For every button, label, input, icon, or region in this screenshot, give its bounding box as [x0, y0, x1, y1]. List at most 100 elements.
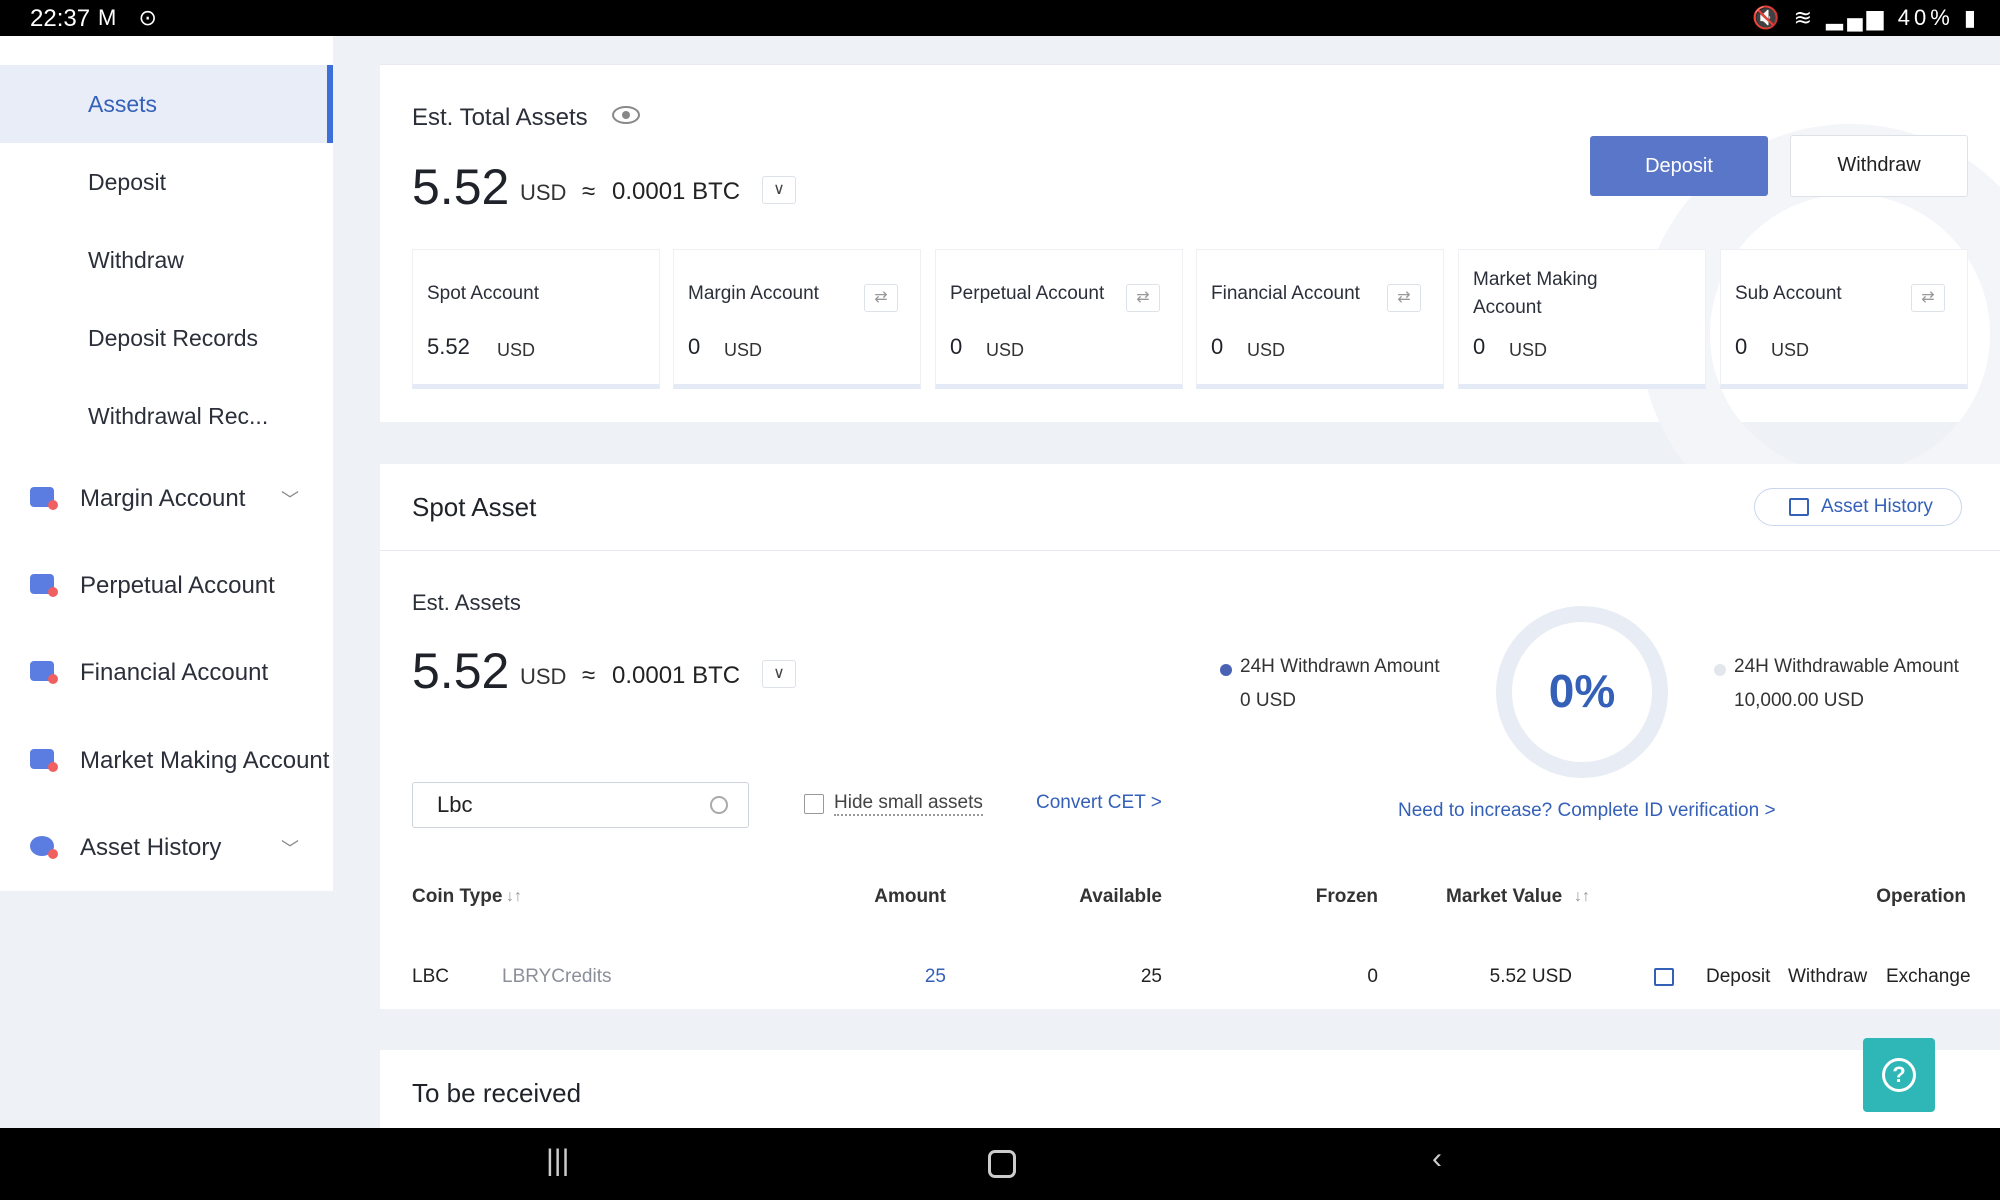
approx-sign: ≈: [582, 178, 596, 205]
recent-apps-icon[interactable]: |||: [546, 1144, 569, 1178]
coin-search-input[interactable]: [412, 782, 749, 828]
column-header-market-value[interactable]: Market Value: [1446, 886, 1562, 908]
account-tile-financial[interactable]: Financial Account 0 USD ⇄: [1196, 249, 1444, 389]
account-unit: USD: [497, 340, 536, 360]
sidebar-group-label: Margin Account: [80, 485, 246, 512]
account-tile-perpetual[interactable]: Perpetual Account 0 USD ⇄: [935, 249, 1183, 389]
account-unit: USD: [1509, 340, 1548, 360]
asset-history-label: Asset History: [1821, 496, 1933, 517]
android-nav-bar: ||| ‹: [0, 1128, 2000, 1200]
status-bar: 22:37 M ⊙ 🔇 ≋ ▂▄▆ 40% ▮: [0, 0, 2000, 36]
column-header-amount: Amount: [874, 886, 946, 907]
withdraw-progress-percent: 0%: [1548, 665, 1616, 717]
account-value: 0: [1473, 334, 1486, 359]
transfer-icon[interactable]: ⇄: [864, 284, 898, 312]
help-icon: ?: [1882, 1058, 1916, 1092]
hide-small-assets-label[interactable]: Hide small assets: [834, 792, 983, 816]
total-assets-value: 5.52: [412, 159, 510, 215]
account-unit: USD: [1771, 340, 1810, 360]
row-deposit-link[interactable]: Deposit: [1706, 966, 1770, 988]
sidebar-item-withdraw[interactable]: Withdraw: [0, 221, 333, 299]
table-row: LBC LBRYCredits 25 25 0 5.52 USD Deposit…: [380, 944, 2000, 1004]
sort-icon[interactable]: ↓↑: [506, 888, 522, 906]
sidebar-item-label: Deposit: [88, 168, 166, 195]
spot-asset-title: Spot Asset: [412, 492, 537, 522]
spot-assets-unit: USD: [520, 664, 567, 689]
withdrawn-value: 0 USD: [1240, 690, 1296, 711]
sidebar-item-label: Withdraw: [88, 246, 184, 273]
account-unit: USD: [986, 340, 1025, 360]
back-icon[interactable]: ‹: [1432, 1142, 1442, 1176]
coin-amount[interactable]: 25: [766, 966, 946, 988]
column-header-available: Available: [1079, 886, 1162, 907]
financial-account-icon: [30, 661, 58, 684]
coin-available: 25: [1140, 966, 1162, 987]
account-name: Spot Account: [427, 283, 539, 304]
battery-icon: ▮: [1963, 5, 1980, 30]
chart-icon[interactable]: [1654, 968, 1674, 986]
row-exchange-link[interactable]: Exchange: [1886, 966, 1971, 988]
sidebar-group-perpetual-account[interactable]: Perpetual Account: [0, 547, 333, 625]
convert-cet-link[interactable]: Convert CET >: [1036, 792, 1162, 814]
to-be-received-title: To be received: [412, 1078, 582, 1108]
account-tile-sub[interactable]: Sub Account 0 USD ⇄: [1720, 249, 1968, 389]
account-tile-market-making[interactable]: Market Making Account 0 USD: [1458, 249, 1706, 389]
account-tile-spot[interactable]: Spot Account 5.52 USD: [412, 249, 660, 389]
transfer-icon[interactable]: ⇄: [1911, 284, 1945, 312]
sidebar-group-asset-history[interactable]: Asset History ﹀: [0, 809, 333, 887]
withdraw-button[interactable]: Withdraw: [1790, 135, 1968, 197]
sidebar-group-label: Asset History: [80, 834, 222, 861]
account-value: 0: [950, 334, 963, 359]
to-be-received-card: To be received: [380, 1050, 2000, 1130]
account-value: 0: [1735, 334, 1748, 359]
account-unit: USD: [1247, 340, 1286, 360]
row-withdraw-link[interactable]: Withdraw: [1788, 966, 1867, 988]
coin-market-value: 5.52 USD: [1489, 966, 1572, 987]
account-value: 5.52: [427, 334, 470, 359]
sidebar-item-label: Withdrawal Rec...: [88, 402, 269, 429]
notification-icons: M ⊙: [98, 5, 165, 30]
battery-text: 40%: [1897, 5, 1954, 30]
sidebar-group-financial-account[interactable]: Financial Account: [0, 634, 333, 712]
total-assets-unit: USD: [520, 180, 567, 205]
spot-assets-value: 5.52: [412, 643, 510, 699]
sidebar-item-deposit[interactable]: Deposit: [0, 143, 333, 221]
sidebar-item-assets[interactable]: Assets: [0, 65, 333, 143]
sidebar-group-label: Perpetual Account: [80, 572, 275, 599]
chevron-down-icon: ﹀: [281, 490, 299, 510]
home-icon[interactable]: [988, 1150, 1016, 1178]
transfer-icon[interactable]: ⇄: [1126, 284, 1160, 312]
coin-name: LBRYCredits: [502, 966, 612, 987]
deposit-button[interactable]: Deposit: [1590, 136, 1768, 196]
market-making-icon: [30, 749, 58, 772]
currency-dropdown[interactable]: ∨: [762, 176, 796, 204]
currency-dropdown[interactable]: ∨: [762, 660, 796, 688]
wifi-icon: ≋: [1793, 5, 1817, 30]
sidebar-item-withdrawal-records[interactable]: Withdrawal Rec...: [0, 377, 333, 455]
sidebar-group-margin-account[interactable]: Margin Account ﹀: [0, 460, 333, 538]
total-assets-title: Est. Total Assets: [412, 104, 588, 131]
coin-frozen: 0: [1367, 966, 1378, 987]
account-tile-margin[interactable]: Margin Account 0 USD ⇄: [673, 249, 921, 389]
sidebar-item-deposit-records[interactable]: Deposit Records: [0, 299, 333, 377]
withdrawn-label: 24H Withdrawn Amount: [1240, 656, 1440, 677]
column-header-coin-type[interactable]: Coin Type: [412, 886, 502, 908]
spot-assets-btc: 0.0001 BTC: [612, 662, 741, 689]
coin-symbol[interactable]: LBC: [412, 966, 449, 988]
sort-icon[interactable]: ↓↑: [1574, 888, 1590, 906]
transfer-icon[interactable]: ⇄: [1387, 284, 1421, 312]
asset-history-icon: [30, 836, 58, 859]
sidebar-group-label: Market Making Account: [80, 747, 330, 774]
sidebar-item-label: Deposit Records: [88, 324, 259, 351]
margin-account-icon: [30, 487, 58, 510]
chevron-down-icon: ∨: [773, 181, 785, 198]
hide-small-assets-checkbox[interactable]: [804, 794, 824, 814]
sidebar-group-market-making-account[interactable]: Market Making Account: [0, 722, 333, 800]
id-verification-link[interactable]: Need to increase? Complete ID verificati…: [1398, 800, 1776, 822]
asset-history-button[interactable]: Asset History: [1754, 488, 1962, 526]
help-button[interactable]: ?: [1863, 1038, 1935, 1112]
eye-icon[interactable]: [612, 106, 640, 124]
account-name: Market Making Account: [1473, 269, 1598, 318]
status-right: 🔇 ≋ ▂▄▆ 40% ▮: [1752, 5, 1980, 31]
column-header-frozen: Frozen: [1315, 886, 1378, 907]
